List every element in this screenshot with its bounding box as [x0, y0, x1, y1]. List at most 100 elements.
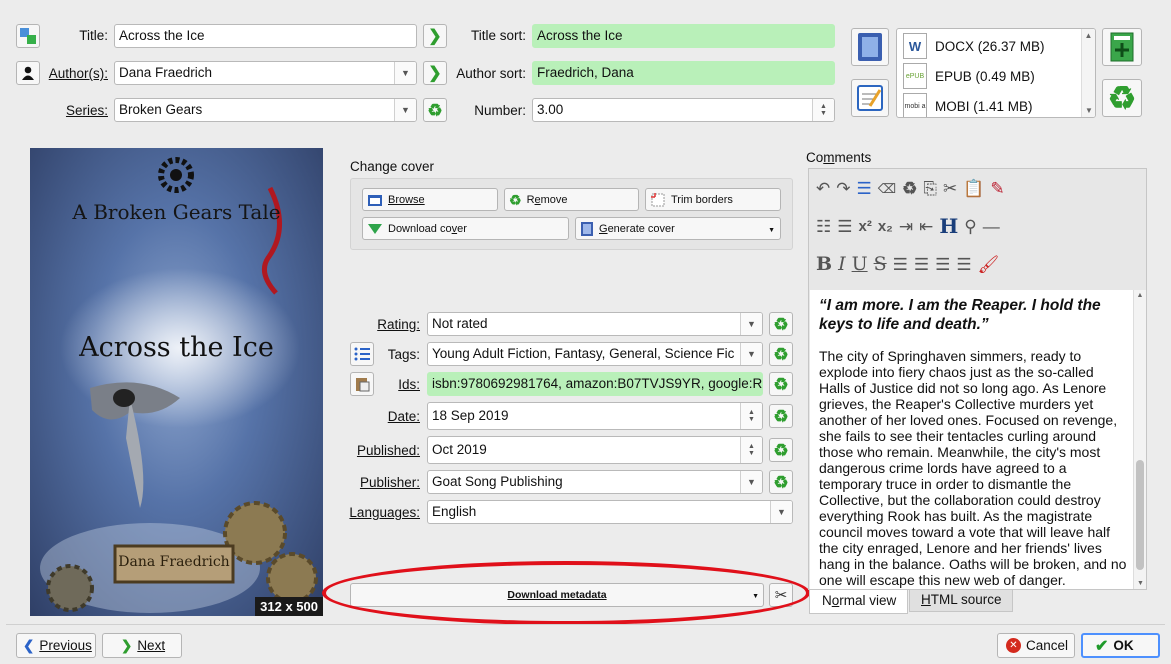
clear-series-button[interactable]: ♻: [423, 98, 447, 122]
scroll-down-icon[interactable]: ▼: [1082, 106, 1095, 115]
manage-authors-button[interactable]: [16, 61, 40, 85]
align-right-icon[interactable]: ☰: [935, 256, 950, 273]
green-arrow-right-icon: ❯: [428, 28, 442, 45]
spin-arrows-icon[interactable]: ▲ ▼: [740, 403, 762, 429]
cancel-button[interactable]: ✕ Cancel: [997, 633, 1075, 658]
edit-metadata-button[interactable]: [851, 79, 889, 117]
swap-title-author-button[interactable]: [16, 24, 40, 48]
chevron-down-icon[interactable]: ▼: [394, 62, 416, 84]
copy-icon[interactable]: ⎘: [923, 180, 937, 197]
clear-date-button[interactable]: ♻: [769, 404, 793, 428]
italic-icon[interactable]: I: [838, 254, 846, 274]
link-icon[interactable]: ⚲: [964, 218, 976, 235]
title-input[interactable]: Across the Ice: [114, 24, 417, 48]
align-center-icon[interactable]: ☰: [914, 256, 929, 273]
clear-tags-button[interactable]: ♻: [769, 342, 793, 366]
scroll-up-icon[interactable]: ▲: [1082, 31, 1095, 40]
download-cover-button[interactable]: Download cover: [362, 217, 569, 240]
format-item-mobi[interactable]: mobi a MOBI (1.41 MB): [903, 92, 1033, 117]
clear-publisher-button[interactable]: ♻: [769, 470, 793, 494]
trim-borders-button[interactable]: Trim borders: [645, 188, 781, 211]
publisher-combo[interactable]: Goat Song Publishing ▼: [427, 470, 763, 494]
tags-combo[interactable]: Young Adult Fiction, Fantasy, General, S…: [427, 342, 763, 366]
spin-arrows-icon[interactable]: ▲ ▼: [812, 99, 834, 121]
redo-icon[interactable]: ↷: [836, 180, 850, 197]
tab-normal-view[interactable]: Normal view: [809, 590, 908, 614]
authors-value: Dana Fraedrich: [119, 65, 213, 80]
previous-button[interactable]: ❮ Previous: [16, 633, 96, 658]
date-field[interactable]: 18 Sep 2019 ▲ ▼: [427, 402, 763, 430]
add-format-button[interactable]: [1102, 28, 1142, 66]
chevron-down-icon[interactable]: ▼: [394, 99, 416, 121]
title-label: Title:: [79, 28, 108, 43]
brush-icon[interactable]: 🖌: [978, 256, 1000, 273]
format-item-epub[interactable]: ePUB EPUB (0.49 MB): [903, 62, 1035, 90]
chevron-down-icon[interactable]: ▼: [740, 471, 762, 493]
clear-published-button[interactable]: ♻: [769, 438, 793, 462]
comments-scrollbar[interactable]: ▲ ▼: [1133, 290, 1146, 589]
formats-list[interactable]: W DOCX (26.37 MB) ePUB EPUB (0.49 MB) mo…: [896, 28, 1096, 118]
ok-button[interactable]: ✔ OK: [1081, 633, 1160, 658]
horizontal-rule-icon[interactable]: —: [983, 218, 1000, 235]
undo-icon[interactable]: ↶: [816, 180, 830, 197]
paste-isbn-button[interactable]: [350, 372, 374, 396]
select-all-icon[interactable]: ☰: [857, 180, 872, 197]
spin-arrows-icon[interactable]: ▲ ▼: [740, 437, 762, 463]
title-to-sort-button[interactable]: ❯: [423, 24, 447, 48]
subscript-icon[interactable]: x₂: [878, 219, 893, 234]
clear-rating-button[interactable]: ♻: [769, 312, 793, 336]
authors-combo[interactable]: Dana Fraedrich ▼: [114, 61, 417, 85]
format-item-docx[interactable]: W DOCX (26.37 MB): [903, 32, 1045, 60]
languages-combo[interactable]: English ▼: [427, 500, 793, 524]
eraser-icon[interactable]: ⌫: [878, 182, 896, 195]
chevron-down-icon[interactable]: ▼: [768, 227, 775, 234]
strikethrough-icon[interactable]: S: [874, 254, 887, 274]
chevron-down-icon[interactable]: ▼: [740, 343, 762, 365]
recycle-icon: ♻: [773, 472, 789, 492]
remove-cover-button[interactable]: ♻ Remove: [504, 188, 639, 211]
tab-html-source[interactable]: HTML source: [909, 590, 1013, 612]
indent-icon[interactable]: ⇥: [899, 218, 913, 235]
comments-text-area[interactable]: “I am more. I am the Reaper. I hold the …: [810, 290, 1135, 589]
rating-label: Rating:: [377, 317, 420, 332]
clear-ids-button[interactable]: ♻: [769, 372, 793, 396]
bold-icon[interactable]: B: [816, 254, 832, 274]
published-field[interactable]: Oct 2019 ▲ ▼: [427, 436, 763, 464]
unordered-list-icon[interactable]: ☰: [837, 218, 852, 235]
ordered-list-icon[interactable]: ☷: [816, 218, 831, 235]
published-label: Published:: [356, 443, 420, 458]
rating-combo[interactable]: Not rated ▼: [427, 312, 763, 336]
heading-icon[interactable]: H: [939, 216, 958, 236]
underline-icon[interactable]: U: [852, 254, 868, 274]
justify-icon[interactable]: ☰: [956, 256, 971, 273]
scroll-up-icon[interactable]: ▲: [1134, 292, 1146, 299]
generate-cover-button[interactable]: Generate cover ▼: [575, 217, 781, 240]
chevron-down-icon[interactable]: ▼: [770, 501, 792, 523]
paste-icon[interactable]: 📋: [963, 180, 984, 197]
author-to-sort-button[interactable]: ❯: [423, 61, 447, 85]
author-sort-input[interactable]: Fraedrich, Dana: [532, 61, 835, 85]
languages-label: Languages:: [349, 505, 420, 520]
cut-icon[interactable]: ✂: [943, 180, 957, 197]
chevron-down-icon[interactable]: ▼: [740, 313, 762, 335]
number-spinbox[interactable]: 3.00 ▲ ▼: [532, 98, 835, 122]
superscript-icon[interactable]: x²: [859, 219, 872, 234]
browse-cover-button[interactable]: Browse: [362, 188, 498, 211]
red-annotation-ellipse: [322, 561, 810, 625]
align-left-icon[interactable]: ☰: [893, 256, 908, 273]
book-cover-icon: [858, 33, 882, 61]
clipboard-icon: [356, 378, 370, 392]
ids-input[interactable]: isbn:9780692981764, amazon:B07TVJS9YR, g…: [427, 372, 763, 396]
remove-format-button[interactable]: ♻: [1102, 79, 1142, 117]
tag-editor-button[interactable]: [350, 342, 374, 366]
recycle-icon[interactable]: ♻: [902, 180, 917, 197]
scroll-thumb[interactable]: [1136, 460, 1144, 570]
series-combo[interactable]: Broken Gears ▼: [114, 98, 417, 122]
formats-scrollbar[interactable]: ▲ ▼: [1081, 29, 1095, 117]
set-cover-button[interactable]: [851, 28, 889, 66]
outdent-icon[interactable]: ⇤: [919, 218, 933, 235]
scroll-down-icon[interactable]: ▼: [1134, 580, 1147, 587]
next-button[interactable]: ❯ Next: [102, 633, 182, 658]
title-sort-input[interactable]: Across the Ice: [532, 24, 835, 48]
paint-icon[interactable]: ✎: [990, 180, 1004, 197]
